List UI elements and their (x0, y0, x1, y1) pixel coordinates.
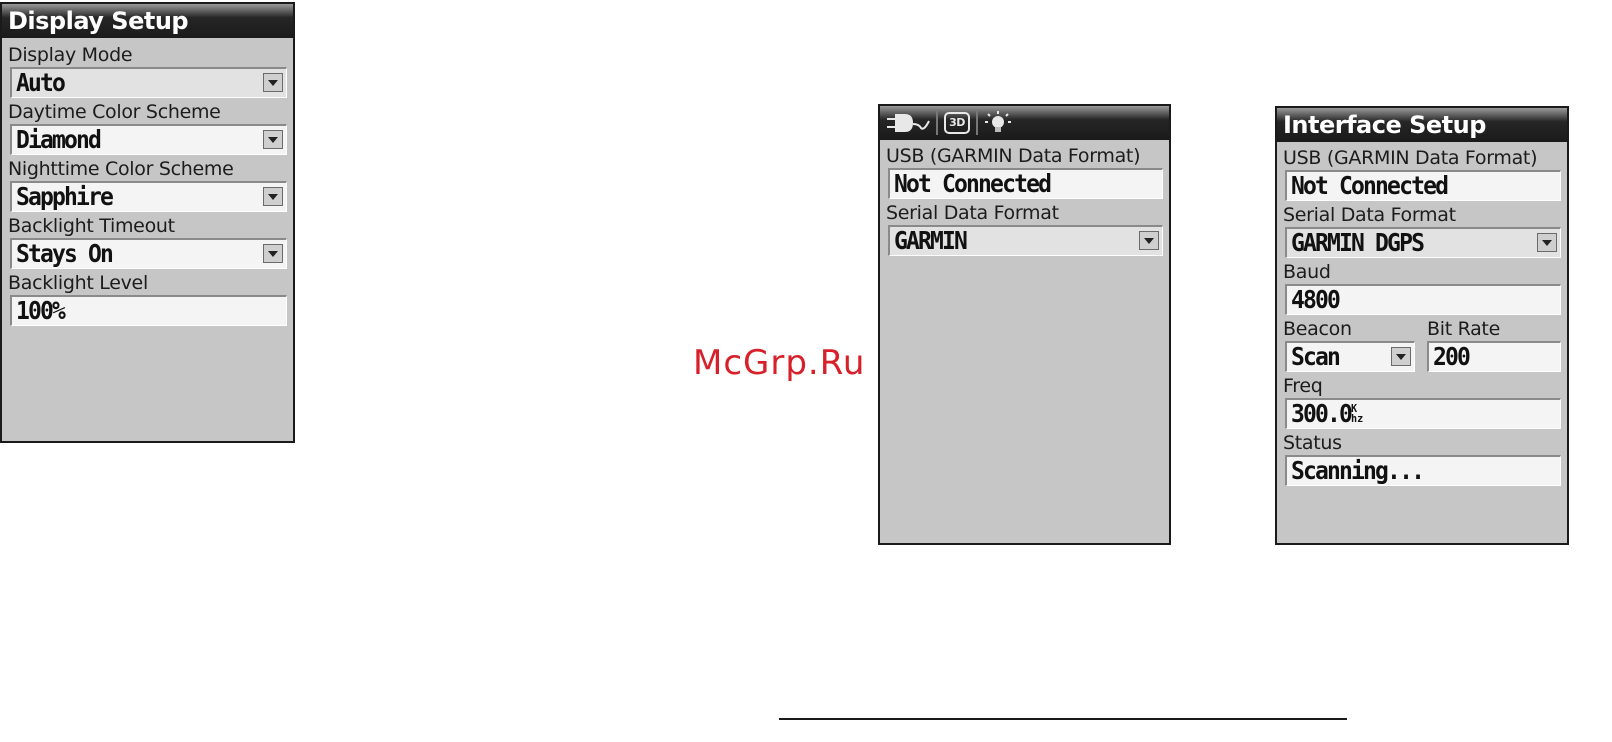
serial-data-format-label: Serial Data Format (1283, 204, 1456, 226)
bit-rate-field[interactable]: 200 (1427, 341, 1561, 372)
display-mode-select[interactable]: Auto (10, 67, 287, 98)
status-value: Scanning... (1291, 456, 1425, 485)
dropdown-arrow-icon[interactable] (1139, 231, 1159, 250)
bottom-divider-line (779, 718, 1347, 720)
backlight-level-value: 100% (16, 296, 66, 325)
backlight-timeout-select[interactable]: Stays On (10, 238, 287, 269)
icon-separator (976, 111, 978, 135)
status-label: Status (1283, 432, 1342, 454)
display-setup-title: Display Setup (2, 4, 293, 38)
backlight-level-field[interactable]: 100% (10, 295, 287, 326)
baud-value: 4800 (1291, 285, 1341, 314)
gps-mode-text: 3D (949, 116, 965, 129)
nighttime-color-scheme-label: Nighttime Color Scheme (8, 158, 234, 180)
freq-label: Freq (1283, 375, 1323, 397)
serial-data-format-value: GARMIN DGPS (1291, 228, 1425, 257)
dropdown-arrow-icon[interactable] (263, 130, 283, 149)
dropdown-arrow-icon[interactable] (263, 73, 283, 92)
usb-format-label: USB (GARMIN Data Format) (1283, 147, 1538, 169)
serial-data-format-value: GARMIN (894, 226, 968, 255)
serial-data-format-select[interactable]: GARMIN (888, 225, 1163, 256)
interface-setup-title: Interface Setup (1277, 108, 1567, 142)
usb-format-label: USB (GARMIN Data Format) (886, 145, 1141, 167)
dropdown-arrow-icon[interactable] (1391, 347, 1411, 366)
serial-data-format-label: Serial Data Format (886, 202, 1059, 224)
usb-connection-field[interactable]: Not Connected (888, 168, 1163, 199)
display-mode-value: Auto (16, 68, 66, 97)
watermark-text: McGrp.Ru (693, 343, 866, 383)
dropdown-arrow-icon[interactable] (263, 244, 283, 263)
freq-value: 300.0 (1291, 399, 1353, 428)
baud-field[interactable]: 4800 (1285, 284, 1561, 315)
freq-unit-bottom: hz (1351, 412, 1364, 425)
beacon-select[interactable]: Scan (1285, 341, 1415, 372)
freq-unit: Khz (1351, 403, 1364, 425)
status-field: Scanning... (1285, 455, 1561, 486)
status-icon-bar: 3D (880, 106, 1169, 140)
dropdown-arrow-icon[interactable] (263, 187, 283, 206)
backlight-level-label: Backlight Level (8, 272, 148, 294)
freq-field[interactable]: 300.0K hz (1285, 398, 1561, 429)
beacon-label: Beacon (1283, 318, 1352, 340)
nighttime-color-scheme-value: Sapphire (16, 182, 114, 211)
icon-separator (936, 111, 938, 135)
status-interface-panel: 3D USB (GARMIN Data Format) Not Connecte… (878, 104, 1171, 545)
beacon-value: Scan (1291, 342, 1341, 371)
display-setup-panel: Display Setup Display Mode Auto Daytime … (0, 2, 295, 443)
serial-data-format-select[interactable]: GARMIN DGPS (1285, 227, 1561, 258)
baud-label: Baud (1283, 261, 1331, 283)
daytime-color-scheme-label: Daytime Color Scheme (8, 101, 221, 123)
bit-rate-value: 200 (1433, 342, 1471, 371)
backlight-timeout-label: Backlight Timeout (8, 215, 175, 237)
3d-gps-icon: 3D (944, 112, 970, 134)
freq-value-wrap: 300.0K hz (1291, 400, 1363, 428)
power-plug-icon (887, 114, 930, 132)
daytime-color-scheme-select[interactable]: Diamond (10, 124, 287, 155)
display-mode-label: Display Mode (8, 44, 133, 66)
usb-connection-value: Not Connected (1291, 171, 1449, 200)
dropdown-arrow-icon[interactable] (1537, 233, 1557, 252)
usb-connection-field[interactable]: Not Connected (1285, 170, 1561, 201)
bit-rate-label: Bit Rate (1427, 318, 1500, 340)
daytime-color-scheme-value: Diamond (16, 125, 102, 154)
backlight-timeout-value: Stays On (16, 239, 114, 268)
nighttime-color-scheme-select[interactable]: Sapphire (10, 181, 287, 212)
interface-setup-panel: Interface Setup USB (GARMIN Data Format)… (1275, 106, 1569, 545)
usb-connection-value: Not Connected (894, 169, 1052, 198)
backlight-bulb-icon (985, 111, 1011, 132)
